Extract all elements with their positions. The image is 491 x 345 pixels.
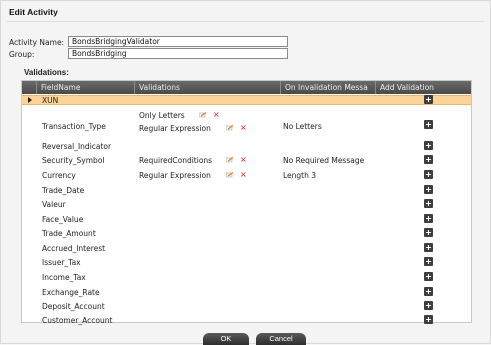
invalidation-message-cell: Length 3 <box>283 171 317 180</box>
field-name-cell: Face_Value <box>42 215 84 224</box>
field-name-cell: Customer_Account <box>42 316 113 325</box>
validations-heading: Validations: <box>24 68 69 77</box>
group-label: Group: <box>9 50 35 59</box>
validation-label: Regular Expression <box>139 124 211 133</box>
edit-icon[interactable] <box>226 125 234 131</box>
add-validation-icon[interactable] <box>424 155 433 164</box>
field-name-cell: Currency <box>42 171 76 180</box>
header-validations[interactable]: Validations <box>135 81 281 94</box>
field-name-cell: Income_Tax <box>42 273 86 282</box>
add-validation-icon[interactable] <box>424 287 433 296</box>
field-name-cell: Reversal_Indicator <box>42 142 112 151</box>
field-name-cell: Issuer_Tax <box>42 258 81 267</box>
field-name-cell: Deposit_Account <box>42 302 105 311</box>
ok-button[interactable]: OK <box>203 333 249 345</box>
add-validation-icon[interactable] <box>424 185 433 194</box>
add-validation-icon[interactable] <box>424 243 433 252</box>
grid-header: FieldName Validations On Invalidation Me… <box>22 81 471 94</box>
add-validation-icon[interactable] <box>424 95 433 104</box>
add-validation-icon[interactable] <box>424 315 433 324</box>
selected-row-highlight <box>22 95 471 105</box>
field-name-cell: XUN <box>42 96 59 105</box>
dialog-title: Edit Activity <box>9 7 58 17</box>
add-validation-icon[interactable] <box>424 228 433 237</box>
validation-label: RequiredConditions <box>139 156 213 165</box>
field-name-cell: Trade_Date <box>42 186 85 195</box>
add-validation-icon[interactable] <box>424 170 433 179</box>
add-validation-icon[interactable] <box>424 301 433 310</box>
validations-grid: FieldName Validations On Invalidation Me… <box>21 80 472 325</box>
invalidation-message-cell: No Required Message <box>283 156 365 165</box>
header-fieldname[interactable]: FieldName <box>37 81 135 94</box>
field-name-cell: Transaction_Type <box>42 122 106 131</box>
header-invalidation-message[interactable]: On Invalidation Messa <box>281 81 376 94</box>
cancel-button[interactable]: Cancel <box>256 333 306 345</box>
field-name-cell: Accrued_Interest <box>42 244 106 253</box>
delete-icon[interactable]: × <box>213 111 220 119</box>
add-validation-icon[interactable] <box>424 214 433 223</box>
edit-icon[interactable] <box>199 112 207 118</box>
delete-icon[interactable]: × <box>240 124 247 132</box>
add-validation-icon[interactable] <box>424 141 433 150</box>
edit-icon[interactable] <box>226 172 234 178</box>
header-add-validation[interactable]: Add Validation <box>376 81 471 94</box>
add-validation-icon[interactable] <box>424 272 433 281</box>
field-name-cell: Trade_Amount <box>42 229 96 238</box>
delete-icon[interactable]: × <box>240 156 247 164</box>
row-pointer-icon <box>28 97 32 103</box>
header-indicator-cell <box>22 81 37 94</box>
edit-activity-dialog: Edit Activity Activity Name: BondsBridgi… <box>0 0 491 345</box>
field-name-cell: Exchange_Rate <box>42 288 100 297</box>
add-validation-icon[interactable] <box>424 257 433 266</box>
add-validation-icon[interactable] <box>424 120 433 129</box>
group-field[interactable]: BondsBridging <box>68 48 288 59</box>
invalidation-message-cell: No Letters <box>283 122 322 131</box>
validation-label: Only Letters <box>139 111 185 120</box>
activity-name-label: Activity Name: <box>9 38 65 47</box>
field-name-cell: Valeur <box>42 200 66 209</box>
title-divider <box>7 21 484 22</box>
validation-label: Regular Expression <box>139 171 211 180</box>
delete-icon[interactable]: × <box>240 171 247 179</box>
edit-icon[interactable] <box>226 157 234 163</box>
field-name-cell: Security_Symbol <box>42 156 105 165</box>
activity-name-field[interactable]: BondsBridgingValidator <box>68 36 288 47</box>
add-validation-icon[interactable] <box>424 199 433 208</box>
